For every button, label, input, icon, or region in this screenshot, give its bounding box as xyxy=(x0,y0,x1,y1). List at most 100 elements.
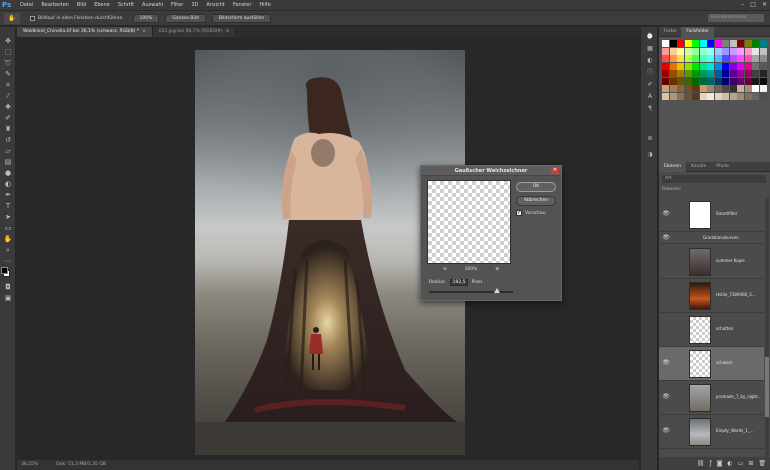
color-swatch[interactable] xyxy=(677,62,684,70)
color-swatch[interactable] xyxy=(662,47,669,55)
healing-tool-icon[interactable]: ✚ xyxy=(3,103,13,112)
tab-farbfelder[interactable]: Farbfelder xyxy=(681,27,715,37)
layer-style-icon[interactable]: ƒ xyxy=(709,460,711,467)
layer-filter-select[interactable]: Art xyxy=(662,175,766,183)
character-panel-icon[interactable]: A xyxy=(645,93,655,101)
color-swatch[interactable] xyxy=(677,92,684,100)
quick-select-tool-icon[interactable]: ✎ xyxy=(3,70,13,79)
color-swatch[interactable] xyxy=(729,92,737,100)
move-tool-icon[interactable]: ✥ xyxy=(3,37,13,46)
close-icon[interactable]: × xyxy=(142,29,146,34)
color-swatch[interactable] xyxy=(714,62,722,70)
layer-row[interactable]: 👁 Smartfilter xyxy=(659,198,764,232)
color-swatch[interactable] xyxy=(744,92,752,100)
color-swatch[interactable] xyxy=(692,85,699,92)
color-swatch[interactable] xyxy=(722,62,729,70)
channels-panel-icon[interactable]: ⊚ xyxy=(645,135,655,143)
color-swatch[interactable] xyxy=(759,40,767,47)
color-swatch[interactable] xyxy=(722,77,729,85)
color-swatch[interactable] xyxy=(729,47,737,55)
zoom-in-icon[interactable]: ⊕ xyxy=(495,267,499,272)
color-swatch[interactable] xyxy=(714,70,722,77)
pen-tool-icon[interactable]: ✒ xyxy=(3,191,13,200)
color-swatch[interactable] xyxy=(737,40,744,47)
color-swatch[interactable] xyxy=(684,40,692,47)
fill-screen-button[interactable]: Bildschirm ausfüllen xyxy=(211,13,272,23)
color-swatch[interactable] xyxy=(699,62,707,70)
color-swatch[interactable] xyxy=(752,77,759,85)
color-swatch[interactable] xyxy=(744,40,752,47)
dodge-tool-icon[interactable]: ◐ xyxy=(3,180,13,189)
ok-button[interactable]: OK xyxy=(516,182,556,192)
trash-icon[interactable]: 🗑 xyxy=(758,460,766,467)
menu-hilfe[interactable]: Hilfe xyxy=(259,2,270,8)
color-swatch[interactable] xyxy=(662,55,669,62)
preview-checkbox[interactable]: ✓ xyxy=(516,210,522,216)
color-swatch[interactable] xyxy=(662,77,669,85)
color-swatch[interactable] xyxy=(684,77,692,85)
color-swatch[interactable] xyxy=(684,92,692,100)
history-panel-icon[interactable]: ⌚ xyxy=(645,33,655,41)
color-swatch[interactable] xyxy=(692,62,699,70)
color-swatch[interactable] xyxy=(699,55,707,62)
quick-mask-icon[interactable]: ◘ xyxy=(3,283,13,292)
color-swatch[interactable] xyxy=(699,92,707,100)
color-swatch[interactable] xyxy=(752,55,759,62)
color-swatch[interactable] xyxy=(722,55,729,62)
color-swatch[interactable] xyxy=(759,77,767,85)
layer-row[interactable]: summer Kopie xyxy=(659,245,764,279)
menu-filter[interactable]: Filter xyxy=(171,2,183,8)
tab-waldkleid[interactable]: Waldkleid_Chinella.tif bei 36,1% (schwar… xyxy=(17,27,153,37)
color-swatch[interactable] xyxy=(684,70,692,77)
properties-panel-icon[interactable]: ▦ xyxy=(645,45,655,53)
color-swatch[interactable] xyxy=(669,55,677,62)
color-swatch[interactable] xyxy=(759,55,767,62)
color-swatch[interactable] xyxy=(677,47,684,55)
color-swatch[interactable] xyxy=(744,55,752,62)
color-swatch[interactable] xyxy=(714,55,722,62)
menu-bild[interactable]: Bild xyxy=(77,2,86,8)
color-swatch[interactable] xyxy=(759,92,767,100)
dialog-close-button[interactable]: ✕ xyxy=(551,167,559,174)
color-swatch[interactable] xyxy=(744,62,752,70)
color-swatch[interactable] xyxy=(684,85,692,92)
scroll-all-checkbox[interactable] xyxy=(30,15,35,21)
fit-screen-button[interactable]: Ganzes Bild xyxy=(165,13,206,23)
paragraph-panel-icon[interactable]: ¶ xyxy=(645,105,655,113)
layer-row[interactable]: 👁 promade_7_by_night... xyxy=(659,381,764,415)
menu-ansicht[interactable]: Ansicht xyxy=(206,2,224,8)
brush-tool-icon[interactable]: ✐ xyxy=(3,114,13,123)
type-tool-icon[interactable]: T xyxy=(3,202,13,211)
tab-ebenen[interactable]: Ebenen xyxy=(659,162,686,172)
visibility-eye-icon[interactable]: 👁 xyxy=(662,393,670,401)
color-swatch[interactable] xyxy=(677,77,684,85)
zoom-readout[interactable]: 36,25% xyxy=(21,460,38,470)
path-select-tool-icon[interactable]: ➤ xyxy=(3,213,13,222)
eraser-tool-icon[interactable]: ▱ xyxy=(3,147,13,156)
color-swatch[interactable] xyxy=(684,55,692,62)
info-panel-icon[interactable]: ⓘ xyxy=(645,69,655,77)
gradient-tool-icon[interactable]: ▤ xyxy=(3,158,13,167)
marquee-tool-icon[interactable]: ⬚ xyxy=(3,48,13,57)
color-swatch[interactable] xyxy=(752,70,759,77)
tab-011[interactable]: 011.jpg bei 66,7% (RGB/8#) × xyxy=(152,27,237,37)
group-icon[interactable]: ▭ xyxy=(738,460,744,467)
color-swatch[interactable] xyxy=(729,55,737,62)
visibility-eye-icon[interactable] xyxy=(662,257,670,265)
color-swatch[interactable] xyxy=(744,70,752,77)
close-icon[interactable]: × xyxy=(226,29,230,34)
color-swatch[interactable] xyxy=(669,77,677,85)
color-swatch[interactable] xyxy=(662,40,669,47)
paths-panel-icon[interactable]: ◑ xyxy=(645,151,655,159)
color-swatch[interactable] xyxy=(677,70,684,77)
menu-datei[interactable]: Datei xyxy=(20,2,33,8)
color-swatch[interactable] xyxy=(692,77,699,85)
color-swatch[interactable] xyxy=(692,92,699,100)
blur-tool-icon[interactable]: ● xyxy=(3,169,13,178)
color-swatch[interactable] xyxy=(752,92,759,100)
color-swatch[interactable] xyxy=(744,77,752,85)
color-swatch[interactable] xyxy=(752,40,759,47)
dialog-title-bar[interactable]: Gaußscher Weichzeichner ✕ xyxy=(421,166,561,176)
color-swatch[interactable] xyxy=(692,47,699,55)
color-swatch[interactable] xyxy=(737,92,744,100)
